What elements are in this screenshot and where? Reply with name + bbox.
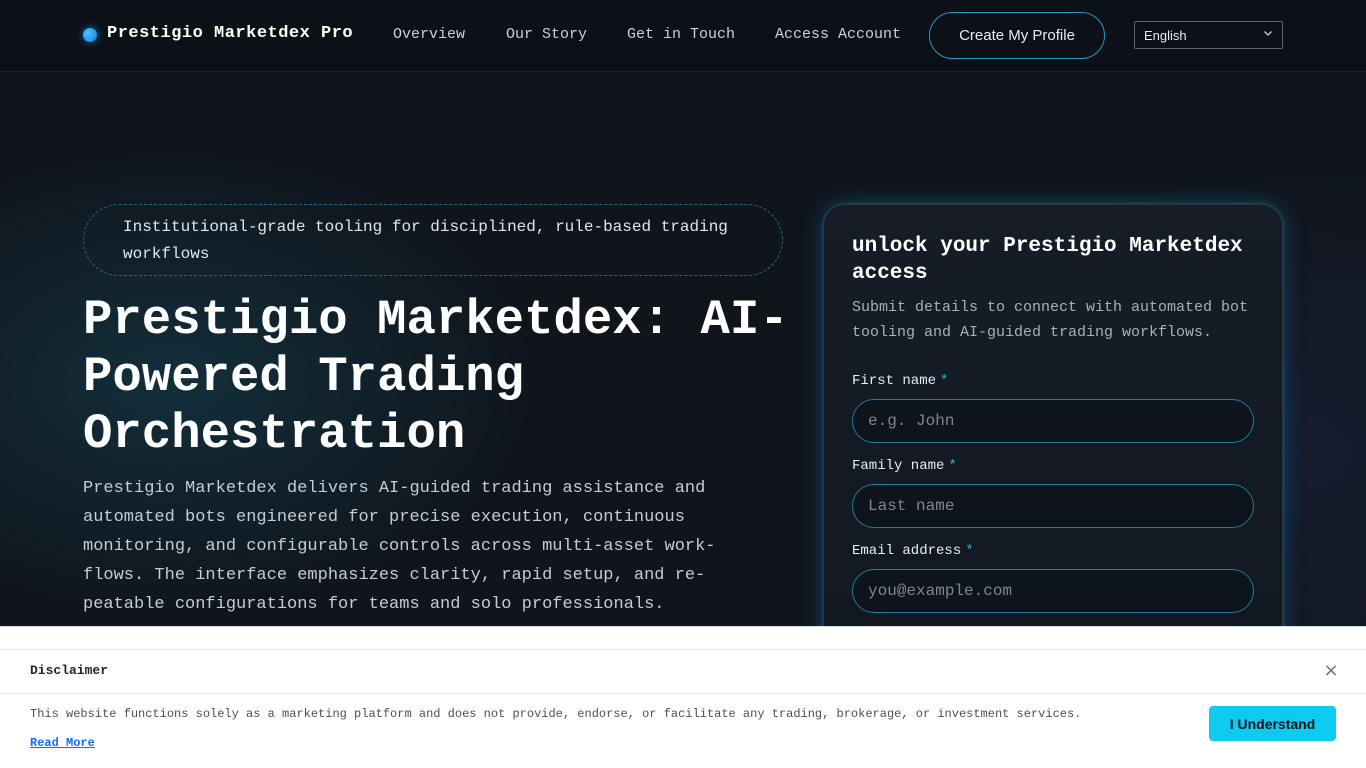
- disclaimer-banner: Disclaimer × This website functions sole…: [0, 649, 1366, 768]
- nav-our-story[interactable]: Our Story: [506, 26, 587, 43]
- required-mark: *: [948, 458, 957, 474]
- family-name-label-text: Family name: [852, 458, 945, 474]
- signup-form-card: unlock your Prestigio Marketdex access S…: [823, 204, 1283, 664]
- hero-description: Prestigio Marketdex delivers AI-guided t…: [83, 479, 716, 614]
- create-profile-button[interactable]: Create My Profile: [929, 12, 1105, 59]
- read-more-link[interactable]: Read More: [30, 736, 95, 750]
- email-field[interactable]: [852, 569, 1254, 613]
- understand-button[interactable]: I Understand: [1209, 706, 1336, 741]
- language-select[interactable]: English: [1134, 21, 1283, 49]
- disclaimer-backdrop: [0, 626, 1366, 650]
- language-selected: English: [1144, 27, 1187, 43]
- family-name-label: Family name *: [852, 458, 957, 474]
- nav-get-in-touch[interactable]: Get in Touch: [627, 26, 735, 43]
- hero-title: Prestigio Marketdex: AI-Powered Trading …: [83, 292, 789, 462]
- family-name-field[interactable]: [852, 484, 1254, 528]
- email-label: Email address *: [852, 543, 974, 559]
- close-icon[interactable]: ×: [1322, 662, 1340, 680]
- required-mark: *: [940, 373, 949, 389]
- form-subtitle: Submit details to connect with automated…: [852, 299, 1249, 341]
- disclaimer-header: Disclaimer ×: [0, 650, 1366, 694]
- disclaimer-title: Disclaimer: [30, 663, 109, 678]
- hero-eyebrow-pill: Institutional-grade tooling for discipli…: [83, 204, 783, 276]
- brand-name: Prestigio Marketdex Pro: [107, 24, 354, 43]
- chevron-down-icon: [1264, 31, 1272, 36]
- required-mark: *: [965, 543, 974, 559]
- first-name-field[interactable]: [852, 399, 1254, 443]
- logo-dot-icon: [83, 28, 97, 42]
- nav-access-account[interactable]: Access Account: [775, 26, 901, 43]
- first-name-label-text: First name: [852, 373, 937, 389]
- disclaimer-text: This website functions solely as a marke…: [30, 707, 1082, 721]
- email-label-text: Email address: [852, 543, 962, 559]
- form-title: unlock your Prestigio Marketdex access: [852, 235, 1243, 285]
- first-name-label: First name *: [852, 373, 948, 389]
- nav-overview[interactable]: Overview: [393, 26, 465, 43]
- brand-logo[interactable]: Prestigio Marketdex Pro: [83, 24, 353, 43]
- top-navigation: Prestigio Marketdex Pro Overview Our Sto…: [0, 0, 1366, 72]
